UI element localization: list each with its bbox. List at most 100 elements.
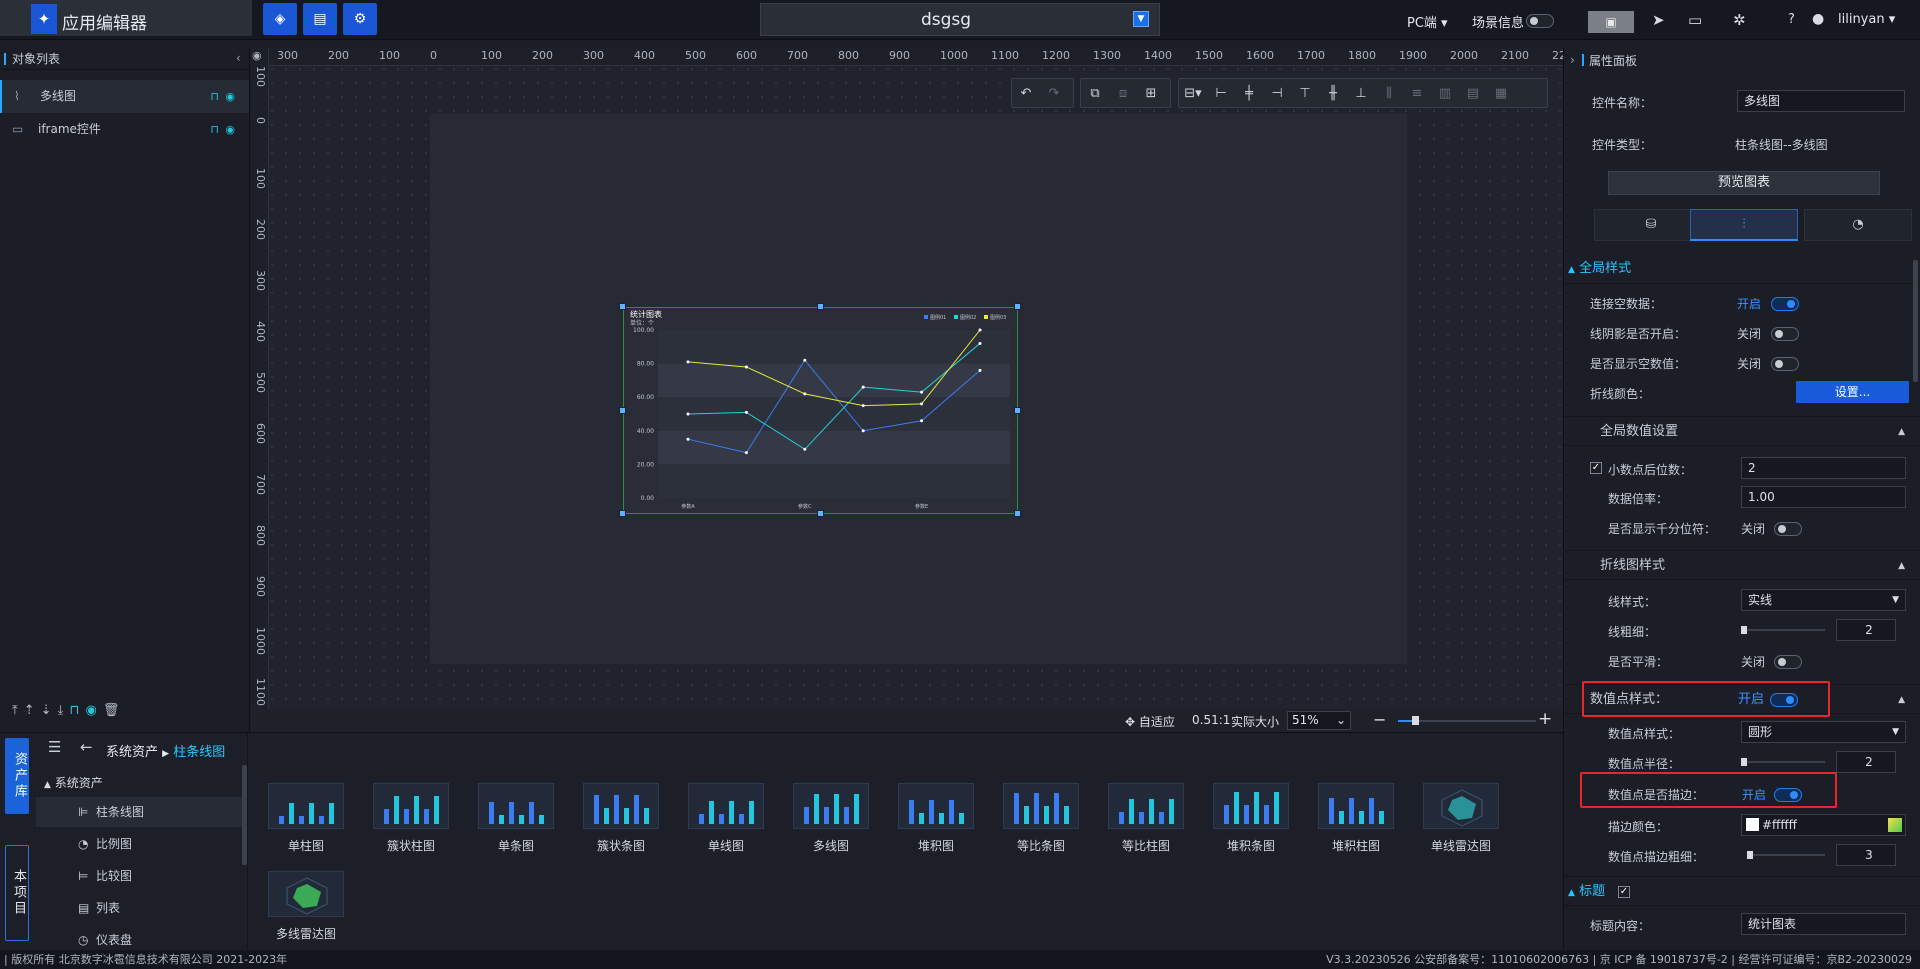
connect-null-toggle[interactable] [1771, 297, 1799, 311]
tab-style[interactable]: ⫶ [1690, 209, 1798, 241]
object-item-multiline[interactable]: ⌇ 多线图 ⊓ ◉ [0, 80, 249, 113]
scene-info-toggle[interactable] [1526, 14, 1554, 28]
zoom-select[interactable]: 51% ⌄ [1287, 711, 1351, 730]
group-icon[interactable]: ⧉ [1081, 79, 1109, 107]
tree-root[interactable]: ▲ 系统资产 [44, 774, 103, 791]
align-center-h-icon[interactable]: ╪ [1235, 79, 1263, 107]
asset-card[interactable]: 单线图 [677, 783, 775, 867]
lock-icon[interactable]: ⊓ [210, 80, 219, 113]
align-right-icon[interactable]: ⊣ [1263, 79, 1291, 107]
line-shadow-toggle[interactable] [1771, 327, 1799, 341]
move-bottom-icon[interactable]: ⤓ [58, 703, 70, 718]
point-radius-slider[interactable] [1747, 761, 1825, 763]
line-width-slider[interactable] [1747, 629, 1825, 631]
asset-card[interactable]: 堆积柱图 [1307, 783, 1405, 867]
tab-this-project[interactable]: 本项目 [5, 845, 29, 941]
line-type-select[interactable]: 实线 ▼ [1741, 589, 1906, 611]
ungroup-icon[interactable]: ⧈ [1109, 79, 1137, 107]
tab-asset-library[interactable]: 资产库 [5, 738, 29, 814]
object-item-iframe[interactable]: ▭ iframe控件 ⊓ ◉ [0, 113, 249, 146]
chart-widget[interactable]: 统计图表 单位：个 0.00 20.00 40.00 60.00 80.00 100.00 参数… [623, 307, 1018, 514]
asset-card[interactable]: 等比柱图 [1097, 783, 1195, 867]
point-radius-input[interactable]: 2 [1836, 751, 1896, 773]
layers-button[interactable]: ◈ [263, 3, 297, 35]
multiplier-input[interactable]: 1.00 [1741, 486, 1906, 508]
property-scrollbar[interactable] [1913, 260, 1918, 382]
asset-card[interactable]: 堆积条图 [1202, 783, 1300, 867]
preview-icon[interactable]: ▭ [1688, 11, 1702, 29]
align-center-v-icon[interactable]: ╫ [1319, 79, 1347, 107]
asset-card[interactable]: 多线图 [782, 783, 880, 867]
stroke-width-input[interactable]: 3 [1836, 844, 1896, 866]
align-left-icon[interactable]: ⊢ [1207, 79, 1235, 107]
asset-card[interactable]: 堆积图 [887, 783, 985, 867]
section-global-number[interactable]: 全局数值设置 ▲ [1564, 416, 1920, 446]
ruler-eye-icon[interactable]: ◉ [252, 49, 262, 62]
asset-card[interactable]: 单条图 [467, 783, 565, 867]
stroke-width-slider[interactable] [1747, 854, 1825, 856]
lock-icon[interactable]: ⊓ [210, 113, 219, 146]
eye-icon[interactable]: ◉ [225, 113, 235, 146]
plugin-icon[interactable]: ✲ [1733, 11, 1746, 29]
resize-handle[interactable] [817, 510, 824, 517]
collapse-right-icon[interactable]: › [1570, 53, 1575, 67]
actual-size-button[interactable]: 实际大小 [1231, 713, 1279, 730]
distribute-h-icon[interactable]: ⫼ [1375, 79, 1403, 107]
settings-button[interactable]: ⚙ [343, 3, 377, 35]
resize-handle[interactable] [817, 303, 824, 310]
same-width-icon[interactable]: ▥ [1431, 79, 1459, 107]
project-name-box[interactable]: dsgsg ▼ [760, 3, 1160, 36]
menu-icon[interactable]: ☰ [48, 738, 61, 756]
layer-order-tools[interactable]: ⤒⇡⇣⤓⊓◉🗑 [12, 703, 125, 718]
back-icon[interactable]: ← [80, 738, 93, 756]
layout-icon[interactable]: ⊟▾ [1179, 79, 1207, 107]
preview-chart-button[interactable]: 预览图表 [1608, 171, 1880, 195]
send-icon[interactable]: ➤ [1652, 11, 1665, 29]
lock-all-icon[interactable]: ⊓ [69, 703, 85, 718]
move-down-icon[interactable]: ⇣ [41, 703, 58, 718]
decimals-input[interactable]: 2 [1741, 457, 1906, 479]
user-menu[interactable]: lilinyan ▾ [1838, 12, 1895, 27]
resize-handle[interactable] [619, 510, 626, 517]
zoom-out-icon[interactable]: − [1373, 710, 1386, 729]
tree-scrollbar[interactable] [242, 765, 247, 865]
database-button[interactable]: ▤ [303, 3, 337, 35]
line-width-input[interactable]: 2 [1836, 619, 1896, 641]
tree-item-list[interactable]: ▤ 列表 [36, 893, 246, 923]
eye-icon[interactable]: ◉ [225, 80, 235, 113]
stroke-width-slider-thumb[interactable] [1747, 851, 1753, 859]
undo-icon[interactable]: ↶ [1012, 79, 1040, 107]
resize-handle[interactable] [1014, 510, 1021, 517]
title-content-input[interactable]: 统计图表 [1741, 913, 1906, 935]
tree-item-ratio[interactable]: ◔ 比例图 [36, 829, 246, 859]
dropdown-icon[interactable]: ▼ [1133, 11, 1149, 27]
section-title-settings[interactable]: ▲ 标题 ✓ [1564, 876, 1920, 906]
redo-icon[interactable]: ↷ [1040, 79, 1068, 107]
zoom-in-icon[interactable]: + [1538, 709, 1552, 729]
same-size-icon[interactable]: ▦ [1487, 79, 1515, 107]
fit-button[interactable]: ✥ 自适应 [1125, 713, 1175, 730]
align-top-icon[interactable]: ⊤ [1291, 79, 1319, 107]
resize-handle[interactable] [619, 407, 626, 414]
zoom-slider-thumb[interactable] [1412, 716, 1419, 725]
eye-all-icon[interactable]: ◉ [85, 703, 102, 718]
trash-icon[interactable]: 🗑 [103, 703, 126, 718]
asset-card[interactable]: 等比条图 [992, 783, 1090, 867]
stroke-color-input[interactable]: #ffffff [1741, 814, 1906, 836]
combine-icon[interactable]: ⊞ [1137, 79, 1165, 107]
asset-card[interactable]: 单柱图 [257, 783, 355, 867]
show-null-toggle[interactable] [1771, 357, 1799, 371]
align-bottom-icon[interactable]: ⊥ [1347, 79, 1375, 107]
help-icon[interactable]: ? [1788, 12, 1795, 27]
point-shape-select[interactable]: 圆形 ▼ [1741, 721, 1906, 743]
resize-handle[interactable] [1014, 303, 1021, 310]
decimals-checkbox[interactable]: ✓ [1590, 462, 1602, 474]
move-top-icon[interactable]: ⤒ [12, 703, 24, 718]
section-line-style[interactable]: 折线图样式 ▲ [1564, 550, 1920, 580]
control-name-input[interactable]: 多线图 [1737, 90, 1905, 112]
tree-item-bar-line[interactable]: ⊫ 柱条线图 [36, 797, 246, 827]
asset-card[interactable]: 簇状条图 [572, 783, 670, 867]
breadcrumb-root[interactable]: 系统资产 [106, 745, 158, 760]
zoom-slider[interactable] [1398, 716, 1536, 725]
save-button[interactable]: ▣ [1588, 11, 1634, 33]
